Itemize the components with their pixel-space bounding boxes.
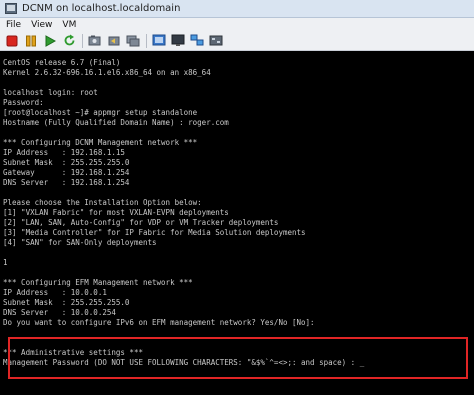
console-line: DNS Server : 192.168.1.254: [3, 178, 130, 187]
console-view-button[interactable]: [170, 33, 186, 49]
console-line: IP Address : 192.168.1.15: [3, 148, 125, 157]
console-line: *** Configuring DCNM Management network …: [3, 138, 198, 147]
snapshot-icon: [88, 35, 101, 46]
console-line: Do you want to configure IPv6 on EFM man…: [3, 318, 315, 327]
vm-console[interactable]: CentOS release 6.7 (Final) Kernel 2.6.32…: [0, 52, 474, 395]
menu-view[interactable]: View: [31, 20, 52, 30]
console-view-icon: [171, 34, 185, 46]
vmware-app-icon: [5, 3, 17, 14]
console-line: [2] "LAN, SAN, Auto-Config" for VDP or V…: [3, 218, 279, 227]
console-line: [1] "VXLAN Fabric" for most VXLAN-EVPN d…: [3, 208, 229, 217]
console-line: DNS Server : 10.0.0.254: [3, 308, 116, 317]
console-line: 1: [3, 258, 8, 267]
snapshot-manager-icon: [126, 35, 140, 47]
snapshot-manager-button[interactable]: [125, 33, 141, 49]
snapshot-revert-button[interactable]: [106, 33, 122, 49]
fullscreen-button[interactable]: [151, 33, 167, 49]
refresh-icon: [64, 34, 74, 46]
play-icon: [45, 34, 56, 47]
window-titlebar[interactable]: DCNM on localhost.localdomain: [0, 0, 474, 18]
toolbar-separator: [82, 33, 83, 48]
unity-icon: [190, 34, 204, 46]
toolbar: [0, 31, 474, 51]
console-line: [3] "Media Controller" for IP Fabric for…: [3, 228, 306, 237]
stop-icon: [6, 35, 18, 46]
unity-button[interactable]: [189, 33, 205, 49]
console-line: Password:: [3, 98, 44, 107]
menu-file[interactable]: File: [6, 20, 21, 30]
highlight-box: [8, 337, 468, 379]
toolbar-separator: [146, 33, 147, 48]
console-line: IP Address : 10.0.0.1: [3, 288, 107, 297]
console-line: [root@localhost ~]# appmgr setup standal…: [3, 108, 198, 117]
console-line: Kernel 2.6.32-696.16.1.el6.x86_64 on an …: [3, 68, 211, 77]
snapshot-button[interactable]: [87, 33, 103, 49]
console-line: Subnet Mask : 255.255.255.0: [3, 298, 130, 307]
settings-button[interactable]: [208, 33, 224, 49]
console-line: CentOS release 6.7 (Final): [3, 58, 121, 67]
pause-button[interactable]: [23, 33, 39, 49]
menu-bar: File View VM: [0, 18, 474, 31]
stop-button[interactable]: [4, 33, 20, 49]
console-line: Subnet Mask : 255.255.255.0: [3, 158, 130, 167]
menu-vm[interactable]: VM: [62, 20, 76, 30]
refresh-button[interactable]: [61, 33, 77, 49]
console-line: *** Configuring EFM Management network *…: [3, 278, 193, 287]
settings-icon: [209, 35, 223, 46]
snapshot-revert-icon: [108, 36, 120, 46]
play-button[interactable]: [42, 33, 58, 49]
console-line: Hostname (Fully Qualified Domain Name) :…: [3, 118, 229, 127]
pause-icon: [26, 35, 36, 46]
console-line: Gateway : 192.168.1.254: [3, 168, 130, 177]
window-title: DCNM on localhost.localdomain: [22, 3, 181, 14]
fullscreen-icon: [152, 34, 166, 46]
console-line: Please choose the Installation Option be…: [3, 198, 202, 207]
console-line: localhost login: root: [3, 88, 98, 97]
console-line: [4] "SAN" for SAN-Only deployments: [3, 238, 157, 247]
